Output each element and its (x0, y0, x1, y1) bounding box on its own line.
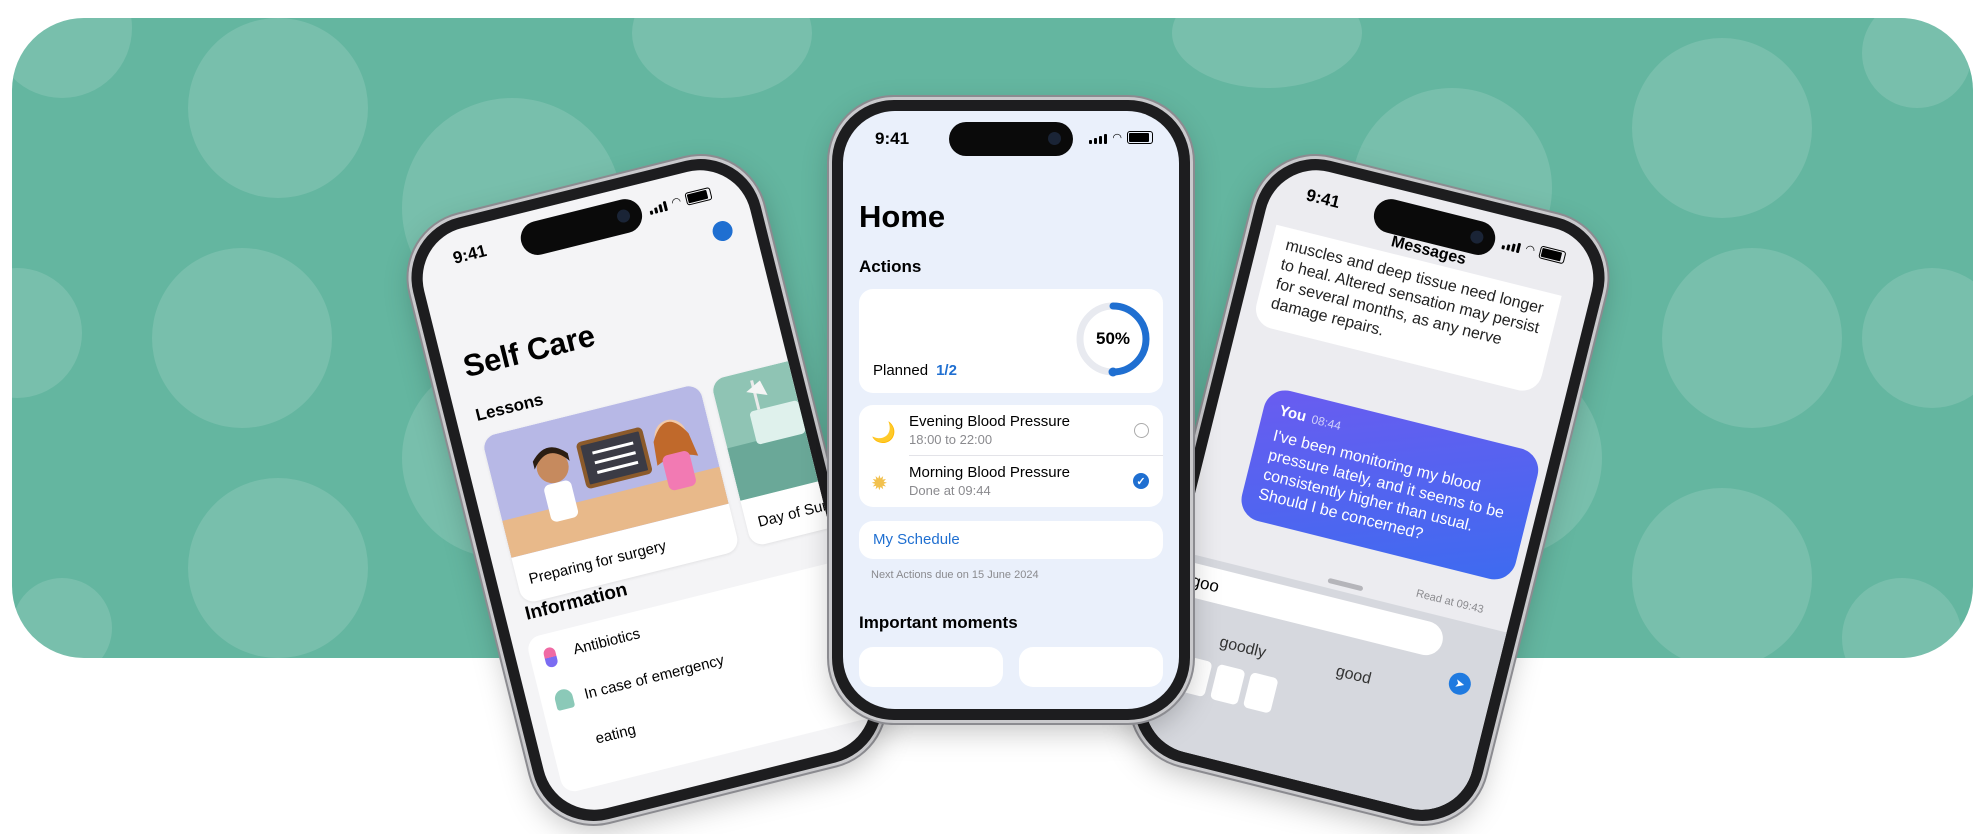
battery-icon (684, 186, 713, 206)
planned-summary: Planned 1/2 (873, 362, 957, 379)
checkmark-icon: ✓ (1136, 475, 1146, 488)
suggestion-item[interactable]: goodly (1218, 634, 1268, 663)
sun-icon: ✹ (871, 473, 888, 495)
decor-circle (1662, 248, 1842, 428)
phone-home: 9:41 ◠ Home Actions 50% Planned 1/2 🌙 Eve… (832, 100, 1190, 720)
lesson-title: Day of Surg (756, 495, 838, 531)
task-detail: Done at 09:44 (909, 483, 991, 498)
decor-circle (1632, 488, 1812, 658)
task-checkbox[interactable]: ✓ (1133, 473, 1149, 489)
suggestion-item[interactable]: good (1334, 663, 1373, 689)
decor-circle (188, 478, 368, 658)
wifi-icon: ◠ (1523, 242, 1537, 257)
planned-label: Planned (873, 362, 929, 379)
lesson-card[interactable]: Preparing for surgery (481, 383, 741, 605)
decor-circle (188, 18, 368, 198)
signal-icon (1089, 134, 1108, 144)
list-item-label: Antibiotics (571, 625, 642, 659)
status-time: 9:41 (450, 241, 489, 268)
decor-circle (1862, 268, 1973, 408)
pill-icon (542, 646, 559, 669)
important-heading: Important moments (859, 613, 1018, 632)
emergency-icon (553, 687, 576, 712)
decor-circle (632, 18, 812, 98)
decor-circle (1172, 18, 1362, 88)
task-row[interactable]: ✹ Morning Blood Pressure Done at 09:44 ✓ (859, 456, 1163, 506)
task-name: Morning Blood Pressure (909, 464, 1070, 481)
decor-circle (12, 268, 82, 398)
sheet-grabber[interactable] (1327, 577, 1364, 592)
progress-card: 50% Planned 1/2 (859, 289, 1163, 393)
signal-icon (1501, 239, 1522, 254)
outgoing-message: You 08:44 I've been monitoring my blood p… (1236, 385, 1543, 585)
moment-card[interactable] (1019, 647, 1163, 687)
moon-icon: 🌙 (871, 422, 896, 444)
planned-count: 1/2 (936, 362, 957, 379)
status-time: 9:41 (875, 129, 910, 148)
status-time: 9:41 (1304, 185, 1342, 213)
schedule-card[interactable]: My Schedule (859, 521, 1163, 559)
dynamic-island (949, 122, 1073, 156)
decor-circle (12, 578, 112, 658)
task-checkbox[interactable] (1134, 423, 1149, 438)
page-title: Home (859, 199, 946, 234)
profile-icon[interactable] (710, 218, 735, 244)
home-screen: 9:41 ◠ Home Actions 50% Planned 1/2 🌙 Eve… (843, 111, 1179, 709)
battery-icon (1538, 245, 1567, 265)
task-name: Evening Blood Pressure (909, 413, 1070, 430)
keyboard-key[interactable] (1242, 671, 1279, 714)
task-list: 🌙 Evening Blood Pressure 18:00 to 22:00 … (859, 405, 1163, 507)
list-item-label: eating (593, 721, 638, 748)
moment-card[interactable] (859, 647, 1003, 687)
signal-icon (649, 200, 669, 215)
status-icons: ◠ (648, 186, 713, 215)
keyboard-key[interactable] (1209, 663, 1246, 706)
status-icons: ◠ (1501, 236, 1567, 265)
my-schedule-link[interactable]: My Schedule (873, 531, 960, 548)
next-actions-note: Next Actions due on 15 June 2024 (871, 569, 1039, 581)
decor-circle (1842, 578, 1962, 658)
dynamic-island (517, 195, 646, 259)
message-time: 08:44 (1309, 412, 1343, 434)
battery-icon (1127, 131, 1153, 144)
lessons-heading: Lessons (473, 389, 546, 425)
page-title: Self Care (459, 317, 599, 385)
decor-circle (1862, 18, 1972, 108)
decor-circle (152, 248, 332, 428)
progress-percent: 50% (1095, 329, 1131, 348)
decor-circle (1632, 38, 1812, 218)
status-icons: ◠ (1089, 131, 1153, 144)
wifi-icon: ◠ (670, 195, 683, 210)
task-detail: 18:00 to 22:00 (909, 432, 993, 447)
actions-heading: Actions (859, 257, 922, 276)
wifi-icon: ◠ (1112, 132, 1122, 144)
task-row[interactable]: 🌙 Evening Blood Pressure 18:00 to 22:00 (859, 405, 1163, 455)
decor-circle (12, 18, 132, 98)
